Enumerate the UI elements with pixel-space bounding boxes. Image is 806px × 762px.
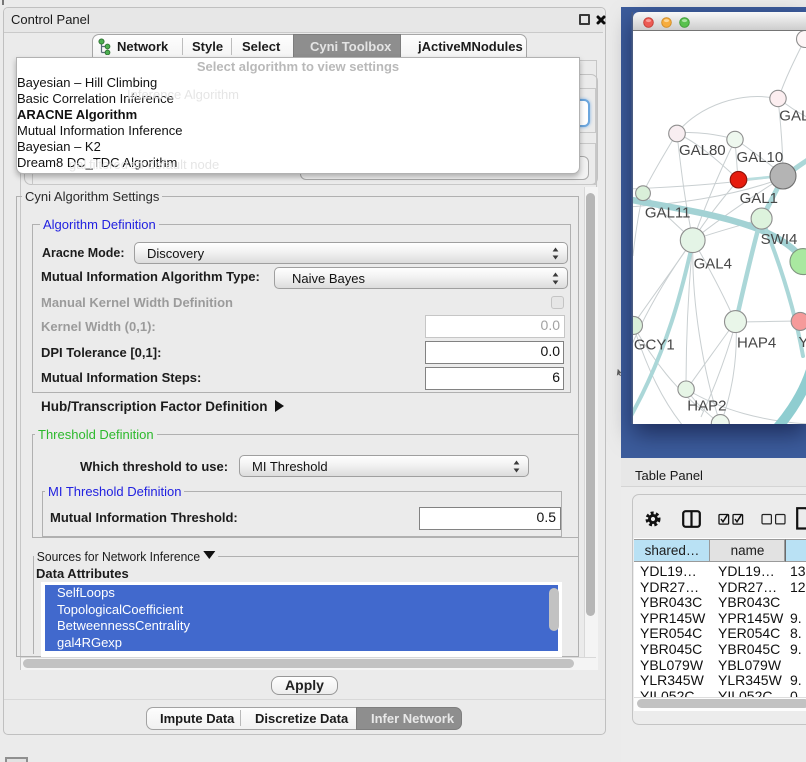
svg-text:GAL4: GAL4 [694, 255, 732, 272]
svg-text:HAP2: HAP2 [687, 397, 726, 414]
svg-text:SWI4: SWI4 [761, 231, 798, 248]
svg-text:GAL11: GAL11 [645, 205, 691, 222]
svg-text:GAL80: GAL80 [679, 142, 726, 159]
svg-text:HAP4: HAP4 [737, 335, 776, 352]
svg-text:GCY1: GCY1 [634, 337, 675, 354]
svg-text:Y: Y [798, 334, 806, 351]
svg-text:GAL1: GAL1 [740, 190, 778, 207]
svg-text:GAL: GAL [779, 107, 806, 124]
svg-text:GAL10: GAL10 [737, 149, 784, 166]
